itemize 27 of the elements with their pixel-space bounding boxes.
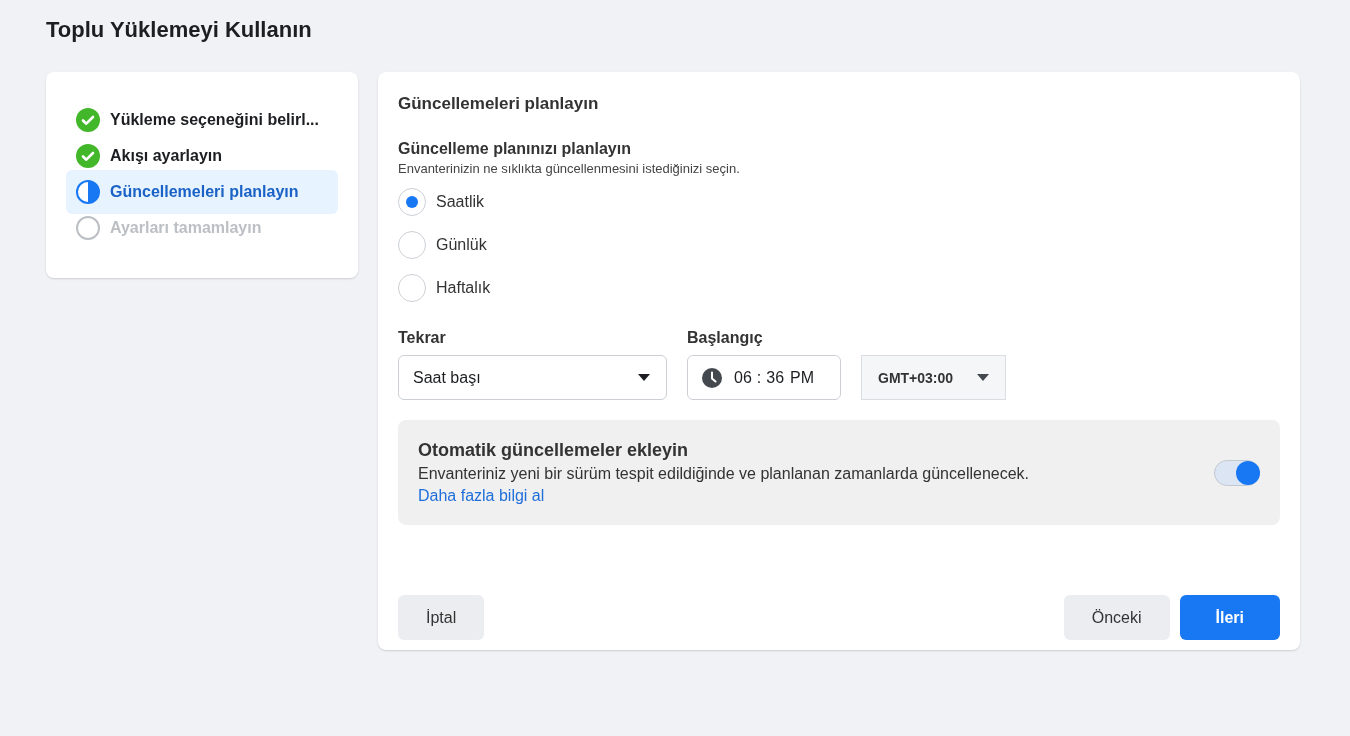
half-circle-icon <box>76 180 100 204</box>
check-icon <box>76 108 100 132</box>
cancel-button[interactable]: İptal <box>398 595 485 640</box>
repeat-dropdown[interactable]: Saat başı <box>398 355 667 400</box>
auto-updates-description: Envanteriniz yeni bir sürüm tespit edildiğinde ve planlanan zamanlarda güncellenecek. <box>418 465 1030 483</box>
time-field[interactable]: 06 : 36 PM <box>687 355 841 400</box>
page-title: Toplu Yüklemeyi Kullanın <box>46 16 313 44</box>
step-item[interactable]: Güncellemeleri planlayın <box>66 170 338 214</box>
radio-label: Günlük <box>436 235 487 254</box>
toggle-switch[interactable] <box>1214 459 1260 486</box>
caret-icon <box>977 373 989 382</box>
field-label: Tekrar <box>398 329 447 347</box>
field-label: Başlangıç <box>687 329 764 347</box>
section-title: Güncelleme planınızı planlayın <box>398 140 632 158</box>
caret-icon <box>638 373 650 382</box>
auto-updates-title: Otomatik güncellemeler ekleyin <box>418 440 690 461</box>
learn-more-link[interactable]: Daha fazla bilgi al <box>418 487 545 505</box>
check-icon <box>76 144 100 168</box>
panel-title: Güncellemeleri planlayın <box>398 94 600 114</box>
radio-label: Haftalık <box>436 278 491 297</box>
section-hint: Envanterinizin ne sıklıkta güncellenmesini istediğinizi seçin. <box>398 161 741 176</box>
timezone-dropdown[interactable]: GMT+03:00 <box>861 355 1006 400</box>
previous-button[interactable]: Önceki <box>1063 595 1170 640</box>
radio-label: Saatlik <box>436 192 485 211</box>
clock-icon <box>702 367 722 388</box>
empty-circle-icon <box>76 216 100 240</box>
next-button[interactable]: İleri <box>1179 595 1280 640</box>
